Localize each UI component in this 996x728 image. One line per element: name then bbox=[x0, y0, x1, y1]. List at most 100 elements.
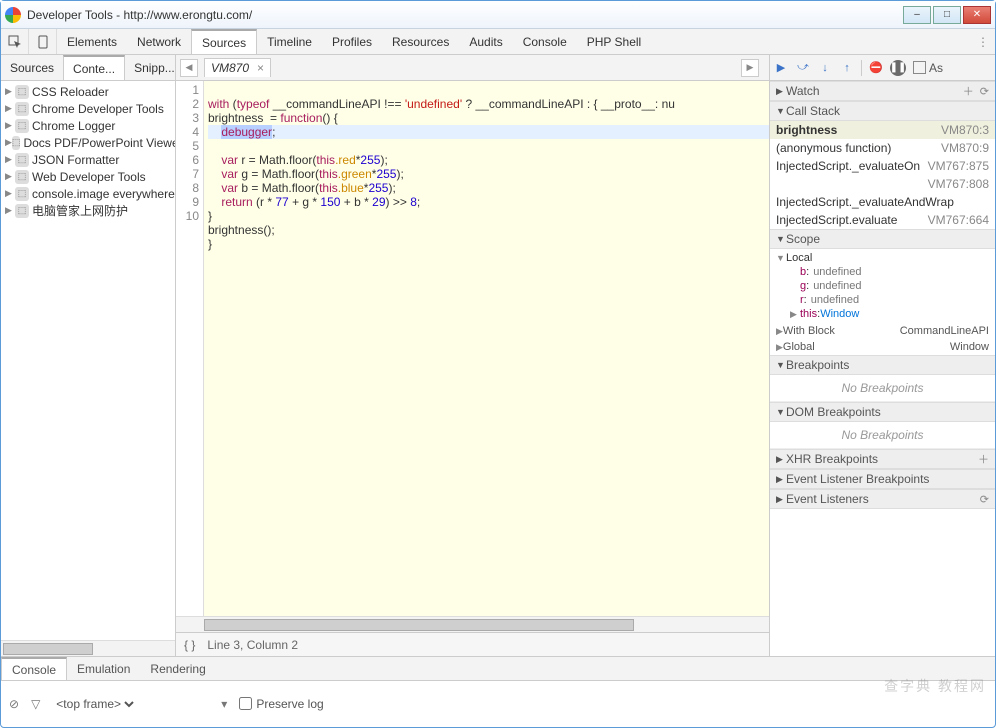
pause-exceptions-button[interactable]: ❚❚ bbox=[890, 60, 906, 76]
toolbar-tab-console[interactable]: Console bbox=[513, 29, 577, 54]
file-tab-bar: ◀ VM870 × ▶ bbox=[176, 55, 769, 81]
extension-item[interactable]: ▶⬚CSS Reloader bbox=[1, 83, 175, 100]
scope-local: ▼Local b: undefinedg: undefinedr: undefi… bbox=[770, 249, 995, 323]
stack-frame[interactable]: (anonymous function)VM870:9 bbox=[770, 139, 995, 157]
toolbar-tab-resources[interactable]: Resources bbox=[382, 29, 459, 54]
frame-select[interactable]: <top frame> bbox=[52, 696, 137, 712]
step-into-button[interactable]: ↓ bbox=[814, 58, 836, 78]
inspect-icon[interactable] bbox=[1, 29, 29, 54]
code-editor[interactable]: 12345678910 with (typeof __commandLineAP… bbox=[176, 81, 769, 616]
stack-frame[interactable]: InjectedScript.evaluateVM767:664 bbox=[770, 211, 995, 229]
frame-name: InjectedScript._evaluateOn bbox=[776, 159, 920, 173]
toolbar-tab-sources[interactable]: Sources bbox=[191, 29, 257, 54]
toolbar-tab-profiles[interactable]: Profiles bbox=[322, 29, 382, 54]
extension-item[interactable]: ▶⬚Docs PDF/PowerPoint Viewer bbox=[1, 134, 175, 151]
device-mode-icon[interactable] bbox=[29, 29, 57, 54]
scope-global[interactable]: ▶GlobalWindow bbox=[770, 339, 995, 355]
close-icon[interactable]: × bbox=[257, 61, 264, 75]
stack-frame[interactable]: InjectedScript._evaluateOn VM767:875 bbox=[770, 157, 995, 175]
extension-item[interactable]: ▶⬚JSON Formatter bbox=[1, 151, 175, 168]
extension-label: 电脑管家上网防护 bbox=[32, 202, 128, 219]
cursor-position: Line 3, Column 2 bbox=[207, 638, 298, 652]
extension-label: CSS Reloader bbox=[32, 85, 109, 99]
scope-variable: r: undefined bbox=[800, 293, 995, 307]
scope-variable: g: undefined bbox=[800, 279, 995, 293]
code-content: with (typeof __commandLineAPI !== 'undef… bbox=[204, 81, 769, 616]
stack-frame[interactable]: VM767:808 bbox=[770, 175, 995, 193]
resume-button[interactable]: ▶ bbox=[770, 58, 792, 78]
navigator-tab-0[interactable]: Sources bbox=[1, 55, 63, 80]
extension-label: Docs PDF/PowerPoint Viewer bbox=[23, 136, 175, 150]
more-menu-icon[interactable]: ⋮ bbox=[971, 29, 995, 54]
extension-label: console.image everywhere bbox=[32, 187, 175, 201]
file-tab[interactable]: VM870 × bbox=[204, 58, 271, 77]
extensions-tree: ▶⬚CSS Reloader▶⬚Chrome Developer Tools▶⬚… bbox=[1, 81, 175, 640]
drawer-tab-console[interactable]: Console bbox=[1, 657, 67, 680]
navigator-panel: SourcesConte...Snipp... ▶⬚CSS Reloader▶⬚… bbox=[1, 55, 176, 656]
frame-name: brightness bbox=[776, 123, 837, 137]
toolbar-tab-network[interactable]: Network bbox=[127, 29, 191, 54]
filter-icon[interactable]: ▽ bbox=[31, 697, 40, 711]
extension-item[interactable]: ▶⬚Chrome Logger bbox=[1, 117, 175, 134]
window-titlebar: Developer Tools - http://www.erongtu.com… bbox=[1, 1, 995, 29]
step-over-button[interactable]: ⤻ bbox=[792, 58, 814, 78]
step-out-button[interactable]: ↑ bbox=[836, 58, 858, 78]
clear-console-icon[interactable]: ⊘ bbox=[9, 697, 19, 711]
async-checkbox[interactable] bbox=[913, 61, 926, 74]
frame-name: InjectedScript.evaluate bbox=[776, 213, 897, 227]
no-dom-breakpoints: No Breakpoints bbox=[770, 422, 995, 449]
window-maximize-button[interactable]: □ bbox=[933, 6, 961, 24]
line-gutter: 12345678910 bbox=[176, 81, 204, 616]
window-title: Developer Tools - http://www.erongtu.com… bbox=[27, 8, 901, 22]
callstack-header[interactable]: ▼Call Stack bbox=[770, 101, 995, 121]
nav-back-button[interactable]: ◀ bbox=[180, 59, 198, 77]
devtools-toolbar: ElementsNetworkSourcesTimelineProfilesRe… bbox=[1, 29, 995, 55]
debugger-toolbar: ▶ ⤻ ↓ ↑ ⛔ ❚❚ As bbox=[770, 55, 995, 81]
toolbar-tab-php shell[interactable]: PHP Shell bbox=[577, 29, 651, 54]
extension-icon: ⬚ bbox=[15, 153, 29, 167]
watch-header[interactable]: ▶Watch＋⟳ bbox=[770, 81, 995, 101]
xhr-breakpoints-header[interactable]: ▶XHR Breakpoints＋ bbox=[770, 449, 995, 469]
window-close-button[interactable]: ✕ bbox=[963, 6, 991, 24]
event-listener-breakpoints-header[interactable]: ▶Event Listener Breakpoints bbox=[770, 469, 995, 489]
frame-location: VM870:9 bbox=[941, 141, 989, 155]
scope-header[interactable]: ▼Scope bbox=[770, 229, 995, 249]
stack-frame[interactable]: brightnessVM870:3 bbox=[770, 121, 995, 139]
scope-variable: b: undefined bbox=[800, 265, 995, 279]
event-listeners-header[interactable]: ▶Event Listeners⟳ bbox=[770, 489, 995, 509]
extension-item[interactable]: ▶⬚电脑管家上网防护 bbox=[1, 202, 175, 219]
toolbar-tab-timeline[interactable]: Timeline bbox=[257, 29, 322, 54]
extension-icon: ⬚ bbox=[15, 119, 29, 133]
file-tab-label: VM870 bbox=[211, 61, 249, 75]
pretty-print-icon[interactable]: { } bbox=[184, 638, 195, 652]
extension-icon: ⬚ bbox=[12, 136, 21, 150]
add-watch-icon: ＋ bbox=[963, 83, 974, 99]
extension-label: Chrome Developer Tools bbox=[32, 102, 164, 116]
breakpoints-header[interactable]: ▼Breakpoints bbox=[770, 355, 995, 375]
navigator-tab-2[interactable]: Snipp... bbox=[125, 55, 184, 80]
dom-breakpoints-header[interactable]: ▼DOM Breakpoints bbox=[770, 402, 995, 422]
frame-location: VM767:808 bbox=[928, 177, 989, 191]
deactivate-breakpoints-button[interactable]: ⛔ bbox=[865, 58, 887, 78]
extension-icon: ⬚ bbox=[15, 102, 29, 116]
nav-forward-button[interactable]: ▶ bbox=[741, 59, 759, 77]
extension-item[interactable]: ▶⬚Web Developer Tools bbox=[1, 168, 175, 185]
dropdown-icon[interactable]: ▾ bbox=[221, 697, 227, 711]
drawer-panel: ConsoleEmulationRendering ⊘ ▽ <top frame… bbox=[1, 656, 995, 726]
frame-location: VM767:875 bbox=[928, 159, 989, 173]
navigator-tab-1[interactable]: Conte... bbox=[63, 55, 125, 80]
drawer-tab-emulation[interactable]: Emulation bbox=[67, 657, 140, 680]
extension-item[interactable]: ▶⬚Chrome Developer Tools bbox=[1, 100, 175, 117]
extension-item[interactable]: ▶⬚console.image everywhere bbox=[1, 185, 175, 202]
stack-frame[interactable]: InjectedScript._evaluateAndWrap bbox=[770, 193, 995, 211]
scope-with-block[interactable]: ▶With BlockCommandLineAPI bbox=[770, 323, 995, 339]
toolbar-tab-elements[interactable]: Elements bbox=[57, 29, 127, 54]
drawer-tabs: ConsoleEmulationRendering bbox=[1, 657, 995, 681]
toolbar-tab-audits[interactable]: Audits bbox=[459, 29, 512, 54]
refresh-listeners-icon: ⟳ bbox=[980, 493, 989, 506]
drawer-tab-rendering[interactable]: Rendering bbox=[140, 657, 215, 680]
navigator-scrollbar[interactable] bbox=[1, 640, 175, 656]
editor-scrollbar[interactable] bbox=[176, 616, 769, 632]
preserve-log-checkbox[interactable] bbox=[239, 697, 252, 710]
window-minimize-button[interactable]: – bbox=[903, 6, 931, 24]
